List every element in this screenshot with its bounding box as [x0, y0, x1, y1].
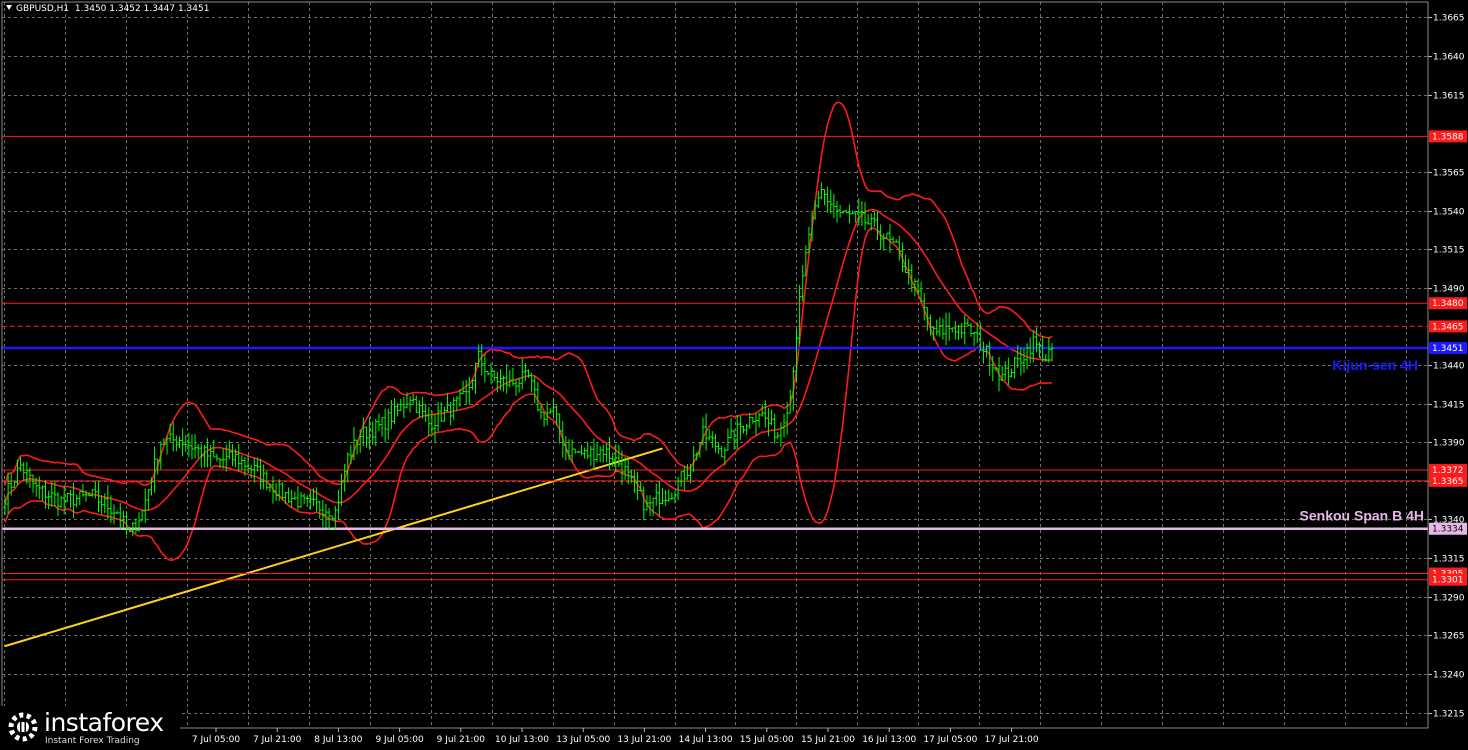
price-chart[interactable]: 1.3665 1.3640 1.3615 1.3565 1.3540 1.3515 1.34… — [0, 0, 1468, 750]
kijun-sen-name: Kijun-sen 4H — [1332, 357, 1418, 373]
y-tick-label: 1.3265 — [1433, 632, 1465, 642]
chart-background — [0, 0, 1468, 750]
senkou-span-b-name: Senkou Span B 4H — [1300, 508, 1424, 524]
y-tick-label: 1.3240 — [1433, 671, 1465, 681]
symbol-name: GBPUSD,H1 — [16, 4, 70, 14]
y-tick-label: 1.3565 — [1433, 169, 1465, 179]
watermark-logo: instaforex Instant Forex Trading — [0, 706, 180, 750]
level-label: 1.3372 — [1432, 466, 1464, 476]
x-tick-label: 10 Jul 13:00 — [495, 735, 549, 745]
y-tick-label: 1.3315 — [1433, 555, 1465, 565]
x-tick-label: 14 Jul 13:00 — [679, 735, 733, 745]
y-tick-label: 1.3615 — [1433, 92, 1465, 102]
level-label: 1.3365 — [1432, 477, 1464, 487]
x-tick-label: 17 Jul 05:00 — [923, 735, 977, 745]
y-tick-label: 1.3440 — [1433, 362, 1465, 372]
y-tick-label: 1.3540 — [1433, 208, 1465, 218]
y-tick-label: 1.3640 — [1433, 53, 1465, 63]
y-tick-label: 1.3665 — [1433, 14, 1465, 24]
x-tick-label: 7 Jul 05:00 — [192, 735, 241, 745]
level-label: 1.3465 — [1432, 322, 1464, 332]
y-tick-label: 1.3390 — [1433, 439, 1465, 449]
y-tick-label: 1.3215 — [1433, 710, 1465, 720]
level-label: 1.3301 — [1432, 576, 1464, 586]
senkou-label: 1.3334 — [1432, 525, 1464, 535]
x-tick-label: 8 Jul 13:00 — [314, 735, 363, 745]
y-tick-label: 1.3490 — [1433, 285, 1465, 295]
x-tick-label: 9 Jul 05:00 — [375, 735, 424, 745]
y-tick-label: 1.3515 — [1433, 246, 1465, 256]
brand-name: instaforex — [44, 708, 164, 737]
dropdown-icon[interactable] — [6, 5, 12, 10]
x-tick-label: 7 Jul 21:00 — [253, 735, 302, 745]
x-tick-label: 9 Jul 21:00 — [437, 735, 486, 745]
x-tick-label: 13 Jul 05:00 — [556, 735, 610, 745]
y-tick-label: 1.3290 — [1433, 594, 1465, 604]
x-tick-label: 13 Jul 21:00 — [617, 735, 671, 745]
x-tick-label: 17 Jul 21:00 — [985, 735, 1039, 745]
y-tick-label: 1.3415 — [1433, 401, 1465, 411]
x-tick-label: 16 Jul 13:00 — [862, 735, 916, 745]
instaforex-logo-icon — [8, 712, 38, 742]
level-label: 1.3480 — [1432, 299, 1464, 309]
x-tick-label: 15 Jul 05:00 — [740, 735, 794, 745]
symbol-header[interactable]: GBPUSD,H1 1.3450 1.3452 1.3447 1.3451 — [6, 4, 209, 14]
brand-tagline: Instant Forex Trading — [45, 736, 140, 746]
level-label: 1.3588 — [1432, 132, 1464, 142]
ohlc-readout: 1.3450 1.3452 1.3447 1.3451 — [74, 4, 210, 14]
x-tick-label: 15 Jul 21:00 — [801, 735, 855, 745]
kijun-label: 1.3451 — [1432, 344, 1464, 354]
